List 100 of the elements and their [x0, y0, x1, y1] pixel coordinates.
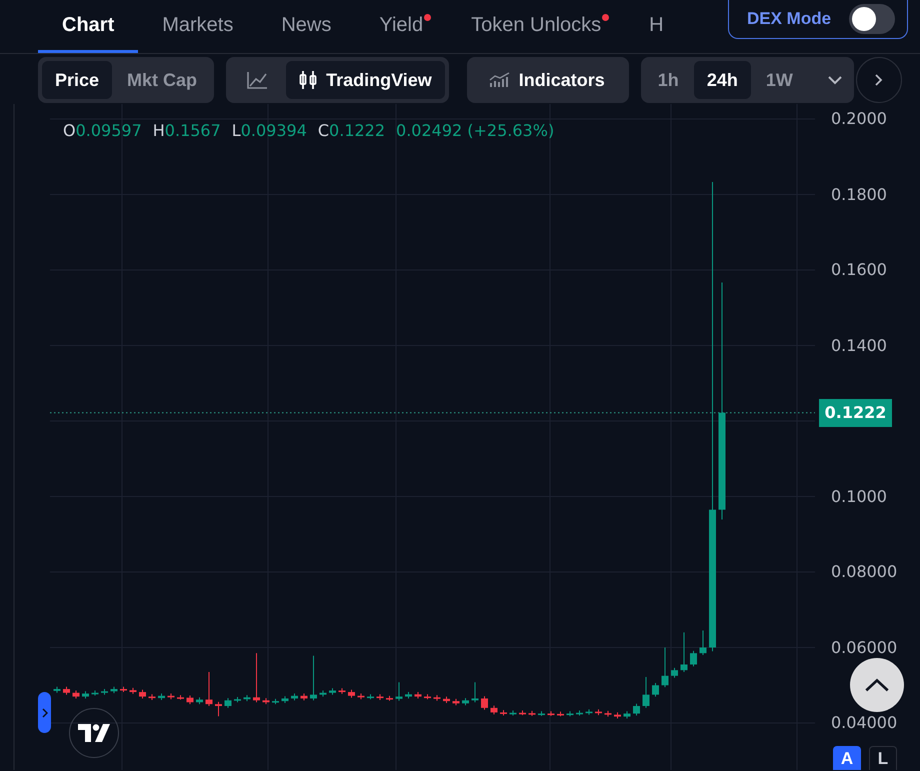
candle: [168, 693, 174, 700]
ohlc-value: L0.09394: [232, 121, 307, 140]
candle: [528, 710, 536, 716]
candle: [376, 694, 384, 700]
candle: [633, 703, 640, 716]
candle: [548, 710, 554, 716]
segment-button[interactable]: Mkt Cap: [114, 61, 210, 99]
tradingview-logo[interactable]: [69, 708, 119, 758]
price-axis-label: 0.2000: [831, 108, 887, 130]
candle: [396, 682, 402, 702]
candle: [262, 698, 270, 705]
candle: [215, 701, 222, 717]
indicators-button[interactable]: Indicators: [466, 57, 629, 103]
candle: [329, 688, 336, 696]
candle: [690, 650, 697, 667]
toggle-switch[interactable]: [849, 4, 895, 34]
candle: [158, 693, 165, 700]
candle: [671, 667, 678, 678]
candle: [244, 694, 250, 702]
candle: [576, 710, 583, 716]
candle: [662, 647, 668, 688]
candle: [500, 710, 507, 716]
dex-mode-label: DEX Mode: [747, 8, 832, 28]
price-axis-label: 0.1000: [831, 486, 887, 508]
candle: [234, 696, 241, 703]
candle: [82, 690, 89, 699]
candle: [291, 693, 298, 701]
candle: [101, 688, 108, 696]
candle: [224, 698, 232, 708]
candle: [92, 690, 98, 696]
ohlc-value: C0.1222: [318, 121, 386, 140]
candle: [386, 695, 393, 702]
candlestick-icon: [299, 70, 318, 90]
candle: [177, 694, 184, 700]
candle: [300, 693, 308, 701]
candle: [272, 698, 279, 705]
candle: [472, 682, 478, 703]
interval-button[interactable]: 24h: [694, 61, 751, 99]
candle: [139, 689, 146, 699]
candle: [557, 711, 564, 717]
scale-button[interactable]: A: [833, 746, 861, 770]
price-axis-label: 0.1600: [831, 259, 887, 281]
candle: [405, 692, 412, 699]
interval-button[interactable]: 1h: [644, 61, 692, 99]
candle: [206, 672, 212, 707]
last-price-tag: 0.1222: [819, 398, 892, 427]
scale-button[interactable]: L: [869, 746, 897, 770]
expand-handle[interactable]: [38, 692, 51, 733]
interval-button[interactable]: 1W: [752, 61, 806, 99]
candle: [700, 630, 706, 656]
logo-icon: [78, 724, 110, 742]
candle: [614, 712, 621, 719]
chevron-right-icon: [874, 73, 884, 87]
price-axis-label: 0.1400: [831, 334, 887, 356]
candle: [452, 698, 460, 706]
tab[interactable]: News: [257, 0, 356, 53]
candle: [566, 710, 574, 717]
candle: [424, 694, 431, 700]
candle: [586, 708, 592, 716]
bar-chart-icon: [488, 72, 511, 88]
price-change: 0.02492 (+25.63%): [396, 121, 554, 140]
candle: [414, 692, 422, 699]
tab[interactable]: Markets: [138, 0, 258, 53]
line-chart-icon: [246, 71, 268, 89]
scroll-top-button[interactable]: [850, 658, 904, 712]
tab[interactable]: Yield: [355, 0, 448, 53]
candle: [652, 682, 659, 698]
candle: [120, 686, 127, 693]
candle: [196, 696, 203, 705]
tab[interactable]: H: [625, 0, 688, 53]
candle: [642, 676, 650, 708]
chevron-down-icon: [826, 75, 843, 85]
candle: [443, 696, 450, 704]
candle: [490, 705, 498, 715]
ohlc-value: H0.1567: [152, 121, 221, 140]
candle: [434, 694, 440, 702]
candle: [54, 686, 60, 694]
candle: [538, 710, 545, 716]
tradingview-button[interactable]: TradingView: [286, 61, 445, 99]
candle: [186, 694, 194, 705]
tab[interactable]: Chart: [38, 0, 138, 53]
candle: [282, 696, 288, 704]
candle: [72, 690, 80, 699]
candle: [462, 698, 469, 706]
candle: [310, 655, 317, 701]
dex-mode-toggle[interactable]: DEX Mode: [728, 0, 908, 39]
segment-button[interactable]: Price: [42, 61, 112, 99]
price-axis-label: 0.04000: [831, 712, 898, 734]
candle: [320, 690, 326, 698]
candle: [130, 687, 136, 694]
candle: [680, 632, 688, 673]
candle: [481, 696, 488, 710]
candle: [110, 686, 118, 694]
chevron-right-icon: [42, 708, 48, 718]
price-axis-label: 0.1800: [831, 184, 887, 206]
tab[interactable]: Token Unlocks: [447, 0, 626, 53]
price-axis-label: 0.08000: [831, 561, 898, 583]
candle: [358, 693, 364, 700]
candle: [63, 686, 70, 696]
candle: [624, 710, 630, 719]
